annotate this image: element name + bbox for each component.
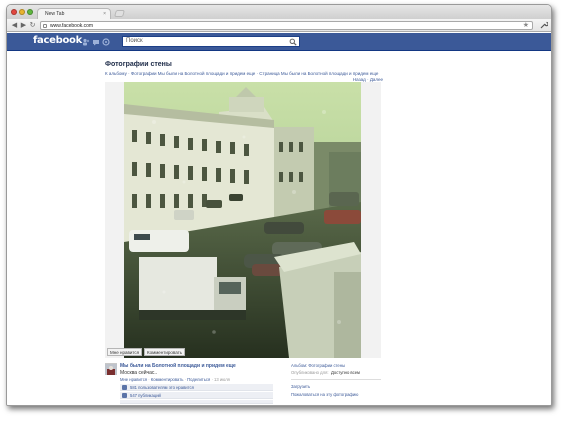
tab-title: New Tab [45, 11, 65, 17]
photo-sidebar: Альбом: Фотографии стены Опубликовано дл… [291, 363, 381, 397]
post-comment-link[interactable]: Комментировать [151, 377, 184, 382]
album-name-link[interactable]: Фотографии Мы были на Болотной площади и… [131, 71, 255, 76]
forward-icon[interactable]: ▶ [19, 21, 28, 30]
facebook-header: facebook Поиск [7, 33, 551, 51]
post-actions: Мне нравится · Комментировать · Поделить… [120, 377, 230, 382]
shares-count-label: 547 публикаций [130, 393, 161, 398]
report-photo-link[interactable]: Пожаловаться на эту фотографию [291, 392, 381, 397]
bookmark-star-icon[interactable]: ★ [523, 22, 529, 30]
post-timestamp[interactable]: 13 июля [214, 377, 230, 382]
window-minimize-button[interactable] [19, 9, 25, 15]
window-maximize-button[interactable] [27, 9, 33, 15]
page-title: Фотографии стены [105, 61, 172, 68]
post-text: Москва сейчас.. [120, 370, 158, 376]
privacy-selector[interactable]: Доступно всем [331, 370, 360, 375]
search-input[interactable]: Поиск [122, 36, 300, 47]
comment-button[interactable]: Комментировать [144, 348, 186, 356]
album-label: Альбом: [291, 363, 308, 368]
published-label: Опубликовано для: [291, 370, 329, 375]
friend-requests-icon[interactable] [82, 38, 90, 46]
divider [291, 379, 381, 380]
likes-count[interactable]: 581 пользователям это нравится [120, 384, 273, 391]
comment-box[interactable] [120, 400, 273, 404]
like-icon [122, 385, 127, 390]
window-close-button[interactable] [11, 9, 17, 15]
reload-icon[interactable]: ↻ [28, 21, 37, 30]
facebook-logo[interactable]: facebook [33, 35, 82, 46]
wrench-menu-icon[interactable] [539, 21, 549, 30]
post-author-link[interactable]: Мы были на Болотной площади и придем еще [120, 363, 236, 369]
share-icon [122, 393, 127, 398]
post-like-link[interactable]: Мне нравится [120, 377, 147, 382]
like-button[interactable]: Мне нравится [107, 348, 143, 356]
address-bar-url: www.facebook.com [50, 23, 94, 29]
page-icon [43, 24, 47, 28]
download-link[interactable]: Загрузить [291, 384, 381, 389]
new-tab-button[interactable] [114, 10, 125, 17]
post-share-link[interactable]: Поделиться [187, 377, 210, 382]
shares-count[interactable]: 547 публикаций [120, 392, 273, 399]
avatar[interactable] [105, 363, 117, 375]
likes-count-label: 581 пользователям это нравится [130, 385, 194, 390]
photo-stage [105, 82, 381, 358]
search-placeholder: Поиск [126, 38, 143, 44]
tab-bar: New Tab × [7, 5, 551, 19]
browser-window: New Tab × ◀ ▶ ↻ www.facebook.com ★ faceb… [6, 4, 552, 406]
address-bar[interactable]: www.facebook.com ★ [40, 21, 533, 30]
photo-image [124, 82, 361, 358]
back-to-album-link[interactable]: К альбому [105, 71, 127, 76]
notifications-icon[interactable] [102, 38, 110, 46]
back-icon[interactable]: ◀ [10, 21, 19, 30]
privacy-info: Опубликовано для: Доступно всем [291, 370, 381, 375]
photo-flooded-street[interactable] [124, 82, 361, 358]
browser-toolbar: ◀ ▶ ↻ www.facebook.com ★ [7, 19, 551, 32]
photo-page: Фотографии стены К альбому · Фотографии … [7, 52, 551, 405]
photo-post: Мы были на Болотной площади и придем еще… [105, 363, 285, 405]
messages-icon[interactable] [92, 38, 100, 46]
page-link[interactable]: Страница Мы были на Болотной площади и п… [259, 71, 378, 76]
tab-close-icon[interactable]: × [103, 11, 106, 17]
album-value-link[interactable]: Фотографии стены [308, 363, 345, 368]
album-info: Альбом: Фотографии стены [291, 363, 381, 368]
tab-new-tab[interactable]: New Tab × [37, 8, 111, 19]
search-icon[interactable] [289, 38, 297, 46]
